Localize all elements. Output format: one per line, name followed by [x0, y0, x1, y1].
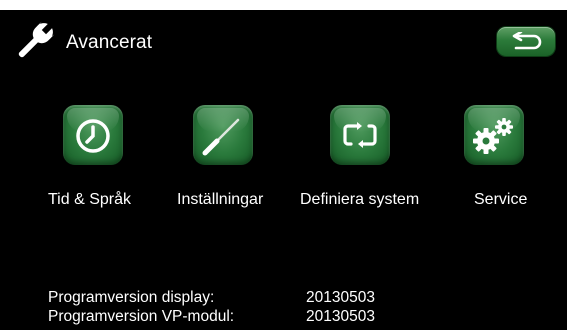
display-version-label: Programversion display:	[48, 289, 215, 306]
settings-tile[interactable]	[193, 105, 253, 165]
service-tile[interactable]	[464, 105, 524, 165]
menu-item-time-language[interactable]: Tid & Språk	[48, 191, 131, 209]
back-button[interactable]	[497, 27, 555, 56]
display-version-value: 20130503	[306, 289, 375, 306]
header: Avancerat	[0, 10, 567, 70]
vp-module-version-label: Programversion VP-modul:	[48, 308, 235, 325]
time-language-tile[interactable]	[63, 105, 123, 165]
wrench-icon	[12, 20, 56, 64]
menu-item-service[interactable]: Service	[474, 191, 527, 209]
vp-module-version-value: 20130503	[306, 308, 375, 325]
page-title: Avancerat	[66, 32, 153, 53]
screen: Avancerat Tid & Språk Inställningar Defi…	[0, 0, 577, 336]
define-system-tile[interactable]	[330, 105, 390, 165]
menu-item-settings[interactable]: Inställningar	[177, 191, 263, 209]
display-panel: Avancerat Tid & Språk Inställningar Defi…	[0, 10, 567, 330]
menu-item-define-system[interactable]: Definiera system	[300, 191, 419, 209]
